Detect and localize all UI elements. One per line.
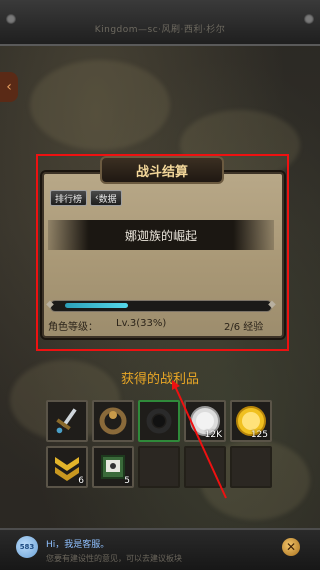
item-count: 125 xyxy=(250,430,268,440)
support-avatar[interactable]: 583 xyxy=(16,536,38,558)
item-count: 6 xyxy=(78,476,84,486)
loot-item-sword[interactable] xyxy=(46,400,88,442)
chat-subtext: 您要有建设性的意见，可以去建议板块 xyxy=(46,554,182,563)
back-arrow-icon[interactable]: ‹ xyxy=(0,72,18,102)
support-avatar-label: 583 xyxy=(19,543,35,551)
chat-greeting: Hi，我是客服。 xyxy=(46,540,110,550)
loot-item-rank[interactable]: 6 xyxy=(46,446,88,488)
map-terrain xyxy=(30,60,170,150)
close-icon: ✕ xyxy=(285,540,297,554)
loot-title: 获得的战利品 xyxy=(120,372,199,387)
loot-item-book[interactable]: 5 xyxy=(92,446,134,488)
top-frame: Kingdom—sc·风刷·西利·杉尔 xyxy=(0,0,320,46)
window-title: Kingdom—sc·风刷·西利·杉尔 xyxy=(94,25,226,35)
red-arrow-annotation xyxy=(172,380,227,499)
close-button[interactable]: ✕ xyxy=(282,538,300,556)
loot-item-gold[interactable]: 125 xyxy=(230,400,272,442)
loot-item-brown-ring[interactable] xyxy=(92,400,134,442)
loot-slot-empty xyxy=(230,446,272,488)
highlight-box xyxy=(36,154,289,351)
sword-icon xyxy=(51,405,83,437)
item-count: 5 xyxy=(124,476,130,486)
brown-ring-icon xyxy=(97,405,129,437)
